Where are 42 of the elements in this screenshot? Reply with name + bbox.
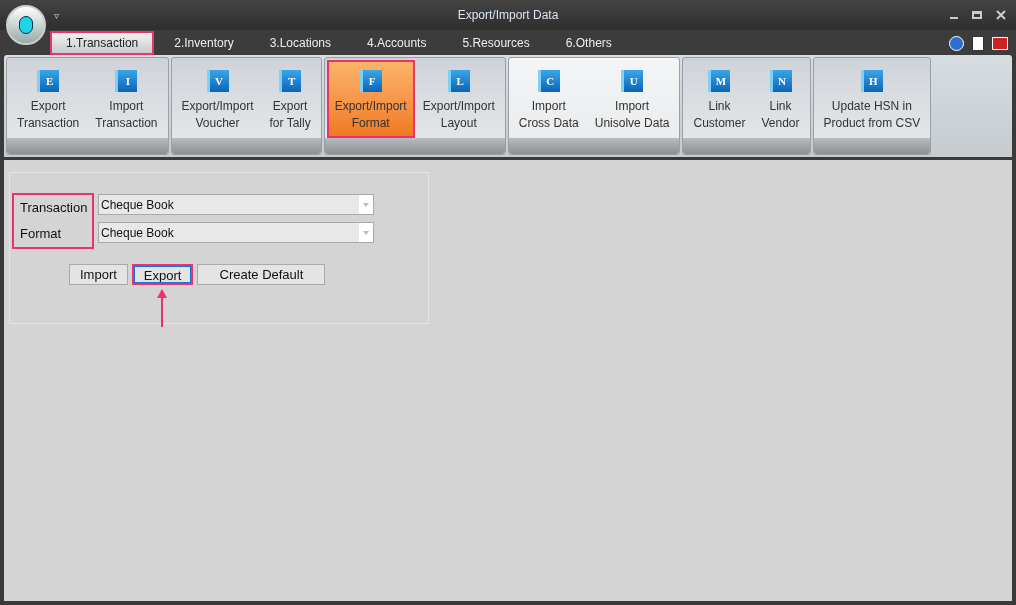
ribbon-button[interactable]: T Export for Tally bbox=[261, 60, 319, 138]
ribbon-button[interactable]: M Link Customer bbox=[685, 60, 754, 138]
dropdown-field[interactable]: Cheque Book bbox=[98, 222, 374, 243]
dropdown-field[interactable]: Cheque Book bbox=[98, 194, 374, 215]
ribbon-button[interactable]: L Export/Import Layout bbox=[414, 60, 503, 138]
ribbon-button[interactable]: F Export/Import Format bbox=[326, 60, 415, 138]
ribbon-button[interactable]: N Link Vendor bbox=[753, 60, 808, 138]
ribbon-button[interactable]: I Import Transaction bbox=[87, 60, 166, 138]
app-logo[interactable] bbox=[6, 5, 46, 45]
form-button[interactable]: Create Default bbox=[197, 264, 326, 285]
ribbon-tab[interactable]: 4.Accounts bbox=[351, 31, 443, 55]
form-button[interactable]: Export bbox=[131, 264, 194, 285]
field-label: Format bbox=[19, 225, 63, 244]
ribbon-button[interactable]: C Import Cross Data bbox=[510, 60, 587, 138]
window-title: Export/Import Data bbox=[457, 7, 559, 24]
book-icon: E bbox=[37, 70, 60, 92]
form-button[interactable]: Import bbox=[69, 264, 128, 285]
ribbon-button[interactable]: E Export Transaction bbox=[9, 60, 88, 138]
book-icon: U bbox=[621, 70, 644, 92]
book-icon: V bbox=[206, 70, 229, 92]
field-label: Transaction bbox=[19, 199, 89, 218]
document-icon[interactable] bbox=[972, 36, 984, 51]
pointer-arrow bbox=[156, 287, 168, 327]
ribbon-tab[interactable]: 5.Resources bbox=[446, 31, 546, 55]
ribbon-button[interactable]: U Import Unisolve Data bbox=[586, 60, 678, 138]
book-icon: M bbox=[708, 70, 731, 92]
quick-access-menu[interactable]: ▿ bbox=[54, 7, 59, 23]
ribbon-tab[interactable]: 3.Locations bbox=[253, 31, 348, 55]
maximize-icon[interactable] bbox=[972, 11, 982, 19]
book-icon: H bbox=[860, 70, 883, 92]
book-icon: C bbox=[537, 70, 560, 92]
ribbon-tab[interactable]: 2.Inventory bbox=[158, 31, 250, 55]
book-icon: T bbox=[279, 70, 302, 92]
book-icon: I bbox=[115, 70, 138, 92]
book-icon: L bbox=[447, 70, 470, 92]
ribbon-tab[interactable]: 6.Others bbox=[549, 31, 628, 55]
book-icon: F bbox=[359, 70, 382, 92]
ribbon-tab[interactable]: 1.Transaction bbox=[50, 31, 155, 55]
ribbon-button[interactable]: H Update HSN in Product from CSV bbox=[815, 60, 929, 138]
close-icon[interactable] bbox=[996, 10, 1006, 20]
book-icon: N bbox=[769, 70, 792, 92]
ribbon-button[interactable]: V Export/Import Voucher bbox=[173, 60, 262, 138]
